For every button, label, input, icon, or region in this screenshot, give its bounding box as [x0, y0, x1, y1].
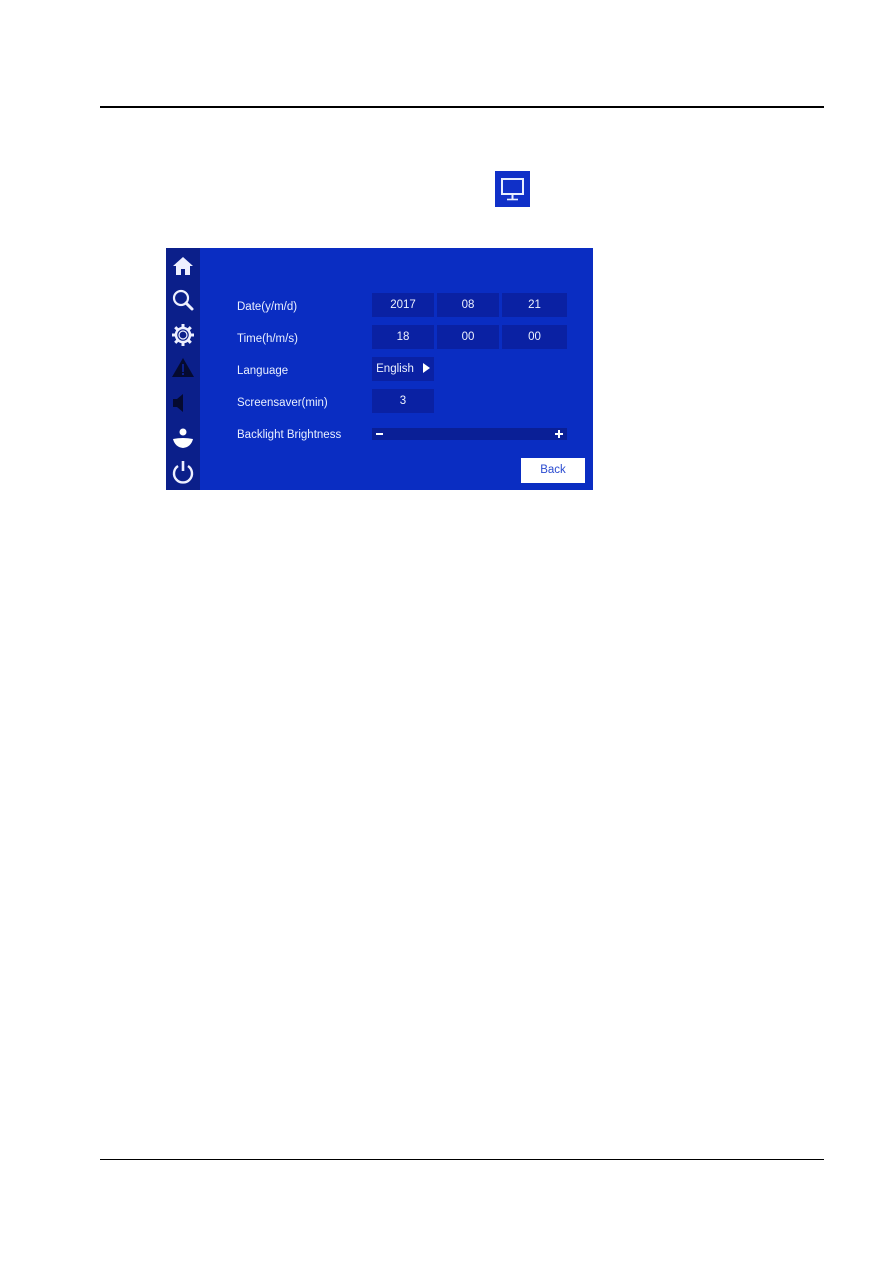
user-icon[interactable] — [171, 426, 195, 450]
back-button[interactable]: Back — [521, 458, 585, 483]
header-rule — [100, 106, 824, 108]
alarm-warning-icon[interactable] — [171, 356, 195, 380]
gear-icon[interactable] — [171, 323, 195, 347]
search-icon[interactable] — [171, 288, 195, 312]
time-hour-field[interactable]: 18 — [372, 325, 434, 349]
screensaver-label: Screensaver(min) — [237, 397, 328, 409]
date-year-field[interactable]: 2017 — [372, 293, 434, 317]
date-month-field[interactable]: 08 — [437, 293, 499, 317]
time-label: Time(h/m/s) — [237, 333, 298, 345]
date-label: Date(y/m/d) — [237, 301, 298, 313]
plus-icon[interactable] — [555, 430, 563, 438]
screensaver-field[interactable]: 3 — [372, 389, 434, 413]
minus-icon[interactable] — [376, 433, 383, 435]
footer-rule — [100, 1159, 824, 1160]
time-second-field[interactable]: 00 — [502, 325, 567, 349]
home-icon[interactable] — [171, 254, 195, 278]
display-settings-screen: Date(y/m/d) 2017 08 21 Time(h/m/s) 18 00… — [166, 248, 593, 490]
language-value: English — [376, 363, 414, 375]
power-icon[interactable] — [171, 460, 195, 484]
speaker-icon[interactable] — [171, 391, 195, 415]
monitor-icon — [495, 171, 530, 207]
language-label: Language — [237, 365, 289, 377]
backlight-brightness-slider[interactable] — [372, 428, 567, 440]
caret-right-icon — [422, 363, 430, 373]
time-minute-field[interactable]: 00 — [437, 325, 499, 349]
backlight-label: Backlight Brightness — [237, 429, 342, 441]
date-day-field[interactable]: 21 — [502, 293, 567, 317]
language-select[interactable]: English — [372, 357, 434, 381]
sidebar — [166, 248, 200, 490]
